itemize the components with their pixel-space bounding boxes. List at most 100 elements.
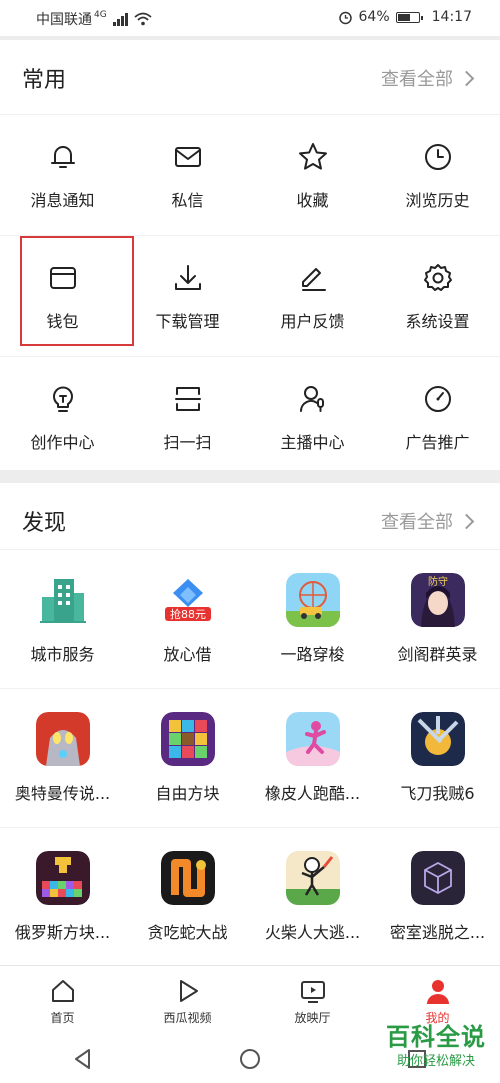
- shortcut-scan[interactable]: 扫一扫: [125, 357, 250, 477]
- app-ultraman[interactable]: 奥特曼传说...: [0, 689, 125, 827]
- tetris-icon: [35, 851, 90, 905]
- shortcut-label: 广告推广: [405, 433, 470, 452]
- clock-time: 14:17: [431, 9, 472, 25]
- scan-icon: [170, 381, 206, 417]
- shortcut-download[interactable]: 下载管理: [125, 236, 250, 356]
- star-icon: [295, 139, 331, 175]
- shortcut-feedback[interactable]: 用户反馈: [250, 236, 375, 356]
- bell-icon: [45, 139, 81, 175]
- highlight-box: [20, 236, 134, 346]
- common-title: 常用: [22, 68, 67, 93]
- feedback-icon: [295, 260, 331, 296]
- cube-icon: [410, 851, 465, 905]
- download-icon: [170, 260, 206, 296]
- grid-row: 消息通知 私信 收藏 浏览历史: [0, 115, 500, 236]
- app-label: 俄罗斯方块...: [14, 923, 111, 942]
- app-knife[interactable]: 飞刀我贼6: [375, 689, 500, 827]
- shortcut-gear[interactable]: 系统设置: [375, 236, 500, 356]
- common-header: 常用 查看全部: [0, 40, 500, 115]
- city-service-icon: [36, 573, 90, 627]
- app-label: 自由方块: [155, 784, 220, 803]
- shortcut-label: 浏览历史: [405, 191, 470, 210]
- watermark-title: 百科全说: [386, 1023, 486, 1051]
- tab-home[interactable]: 首页: [0, 966, 125, 1036]
- shortcut-wallet[interactable]: 钱包: [0, 236, 134, 356]
- app-snake[interactable]: 贪吃蛇大战: [125, 828, 250, 966]
- discover-view-all-link[interactable]: 查看全部: [381, 508, 475, 534]
- common-grid: 消息通知 私信 收藏 浏览历史钱包 下载管理 用户反馈 系统设置创作中心 扫一扫 主播中心 广告推…: [0, 115, 500, 477]
- app-game-girl[interactable]: 防守 剑阁群英录: [375, 550, 500, 688]
- shortcut-label: 创作中心: [30, 433, 95, 452]
- app-stickman[interactable]: 火柴人大逃...: [250, 828, 375, 966]
- watermark-subtitle: 助你轻松解决: [396, 1054, 475, 1069]
- shortcut-gauge[interactable]: 广告推广: [375, 357, 500, 477]
- app-label: 飞刀我贼6: [400, 784, 475, 803]
- blocks-icon: [160, 712, 215, 766]
- lightbulb-icon: [45, 381, 81, 417]
- shortcut-label: 扫一扫: [163, 433, 212, 452]
- ferris-wheel-icon: [285, 573, 340, 627]
- snake-icon: [160, 851, 215, 905]
- app-label: 橡皮人跑酷...: [264, 784, 361, 803]
- app-label: 放心借: [163, 645, 212, 664]
- app-blocks[interactable]: 自由方块: [125, 689, 250, 827]
- shortcut-label: 消息通知: [30, 191, 95, 210]
- app-ferris-wheel[interactable]: 一路穿梭: [250, 550, 375, 688]
- app-label: 密室逃脱之...: [389, 923, 486, 942]
- app-label: 贪吃蛇大战: [147, 923, 228, 942]
- gauge-icon: [420, 381, 456, 417]
- gear-icon: [420, 260, 456, 296]
- runner-icon: [285, 712, 340, 766]
- view-all-label: 查看全部: [381, 69, 453, 90]
- shortcut-label: 系统设置: [405, 312, 470, 331]
- system-nav-bar: 百科全说 助你轻松解决: [0, 1023, 500, 1083]
- chevron-right-icon: [458, 70, 475, 86]
- chevron-right-icon: [458, 513, 475, 529]
- grid-row: 城市服务 抢88元 放心借 一路穿梭 防守 剑阁群英录: [0, 550, 500, 689]
- home-circle-icon[interactable]: [239, 1048, 261, 1070]
- shortcut-label: 主播中心: [280, 433, 345, 452]
- anchor-icon: [295, 381, 331, 417]
- shortcut-clock[interactable]: 浏览历史: [375, 115, 500, 235]
- shortcut-star[interactable]: 收藏: [250, 115, 375, 235]
- tab-tv-play[interactable]: 放映厅: [250, 966, 375, 1036]
- carrier-name: 中国联通: [36, 12, 92, 28]
- shortcut-anchor[interactable]: 主播中心: [250, 357, 375, 477]
- discover-grid: 城市服务 抢88元 放心借 一路穿梭 防守 剑阁群英录 奥特曼传说... 自由方块 橡皮人跑酷.…: [0, 550, 500, 966]
- watermark-logo: 百科全说 助你轻松解决: [386, 1017, 486, 1069]
- grid-row: 创作中心 扫一扫 主播中心 广告推广: [0, 357, 500, 477]
- network-type: 4G: [94, 10, 107, 20]
- tab-label: 放映厅: [294, 1011, 331, 1025]
- tab-play[interactable]: 西瓜视频: [125, 966, 250, 1036]
- shortcut-mail[interactable]: 私信: [125, 115, 250, 235]
- app-loan[interactable]: 抢88元放心借: [125, 550, 250, 688]
- grid-row: 钱包 下载管理 用户反馈 系统设置: [0, 236, 500, 357]
- alarm-icon: [338, 11, 352, 24]
- common-section: 常用 查看全部 消息通知 私信 收藏 浏览历史钱包 下载管理 用户反馈 系统设置创作中心 扫一…: [0, 40, 500, 470]
- ultraman-icon: [35, 712, 90, 766]
- app-label: 奥特曼传说...: [14, 784, 111, 803]
- app-runner[interactable]: 橡皮人跑酷...: [250, 689, 375, 827]
- app-tetris[interactable]: 俄罗斯方块...: [0, 828, 125, 966]
- tab-label: 西瓜视频: [163, 1011, 212, 1025]
- shortcut-lightbulb[interactable]: 创作中心: [0, 357, 125, 477]
- app-city-service[interactable]: 城市服务: [0, 550, 125, 688]
- app-label: 火柴人大逃...: [264, 923, 361, 942]
- shortcut-label: 私信: [171, 191, 204, 210]
- shortcut-label: 用户反馈: [280, 312, 345, 331]
- home-icon: [48, 976, 78, 1006]
- app-label: 剑阁群英录: [397, 645, 478, 664]
- back-icon[interactable]: [72, 1048, 94, 1070]
- loan-icon: 抢88元: [160, 573, 215, 627]
- discover-title: 发现: [22, 511, 67, 536]
- battery-percent: 64%: [358, 9, 390, 25]
- discover-section: 发现 查看全部 城市服务 抢88元 放心借 一路穿梭 防守 剑阁群英录 奥特曼传说... 自由…: [0, 483, 500, 965]
- grid-row: 俄罗斯方块... 贪吃蛇大战 火柴人大逃... 密室逃脱之...: [0, 828, 500, 966]
- game-girl-icon: 防守: [410, 573, 465, 627]
- shortcut-bell[interactable]: 消息通知: [0, 115, 125, 235]
- discover-header: 发现 查看全部: [0, 483, 500, 550]
- app-cube[interactable]: 密室逃脱之...: [375, 828, 500, 966]
- play-icon: [173, 976, 203, 1006]
- tv-play-icon: [298, 976, 328, 1006]
- common-view-all-link[interactable]: 查看全部: [381, 65, 475, 91]
